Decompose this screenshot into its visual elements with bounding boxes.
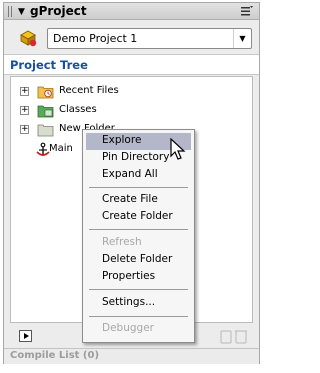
panel-options-menu-icon[interactable]	[241, 6, 253, 17]
drag-grip-icon[interactable]	[8, 6, 14, 17]
classes-folder-icon	[37, 105, 54, 118]
project-row: Demo Project 1 ▼	[4, 21, 259, 54]
panel-title: gProject	[30, 4, 87, 18]
tree-item-label: Recent Files	[59, 85, 119, 96]
menu-item-delete-folder[interactable]: Delete Folder	[86, 252, 191, 269]
menu-item-label: Explore	[102, 134, 142, 146]
run-button[interactable]	[19, 330, 32, 342]
tree-item-label: Main	[49, 143, 73, 154]
compile-list-label: Compile List (0)	[10, 350, 100, 361]
expand-plus-icon[interactable]: +	[20, 106, 29, 115]
project-selector-value: Demo Project 1	[53, 32, 138, 45]
menu-item-create-file[interactable]: Create File	[86, 192, 191, 209]
project-tree-header: Project Tree	[4, 54, 259, 75]
trash-icon[interactable]	[219, 328, 249, 344]
panel-titlebar[interactable]: ▼ gProject	[4, 3, 259, 20]
tree-item-label: Classes	[59, 104, 97, 115]
project-selector[interactable]: Demo Project 1 ▼	[47, 28, 252, 49]
chevron-down-icon[interactable]: ▼	[233, 29, 251, 48]
menu-item-label: Debugger	[102, 322, 154, 334]
menu-item-label: Delete Folder	[102, 253, 173, 265]
menu-item-create-folder[interactable]: Create Folder	[86, 209, 191, 226]
menu-item-debugger[interactable]: Debugger	[86, 321, 191, 338]
mouse-pointer-icon	[170, 138, 186, 160]
expand-plus-icon[interactable]: +	[20, 125, 29, 134]
menu-separator	[89, 187, 188, 188]
menu-separator	[89, 289, 188, 290]
collapse-triangle-icon[interactable]: ▼	[18, 7, 25, 17]
menu-item-label: Settings...	[102, 296, 156, 308]
menu-item-settings[interactable]: Settings...	[86, 295, 191, 312]
menu-item-label: Refresh	[102, 236, 142, 248]
tree-item-classes[interactable]: + Classes	[11, 102, 211, 120]
menu-item-label: Expand All	[102, 168, 158, 180]
folder-icon	[37, 124, 54, 137]
menu-item-refresh[interactable]: Refresh	[86, 235, 191, 252]
tree-item-recent-files[interactable]: + Recent Files	[11, 83, 211, 101]
menu-item-label: Create Folder	[102, 210, 173, 222]
menu-item-properties[interactable]: Properties	[86, 269, 191, 286]
project-tree-title: Project Tree	[10, 58, 88, 72]
menu-item-label: Pin Directory	[102, 151, 170, 163]
menu-item-label: Properties	[102, 270, 156, 282]
project-icon	[20, 30, 37, 47]
menu-separator	[89, 229, 188, 230]
expand-plus-icon[interactable]: +	[20, 87, 29, 96]
recent-folder-icon	[37, 86, 54, 99]
menu-item-label: Create File	[102, 193, 158, 205]
menu-item-expand-all[interactable]: Expand All	[86, 167, 191, 184]
compile-list-bar[interactable]: Compile List (0)	[4, 348, 259, 364]
menu-separator	[89, 316, 188, 317]
